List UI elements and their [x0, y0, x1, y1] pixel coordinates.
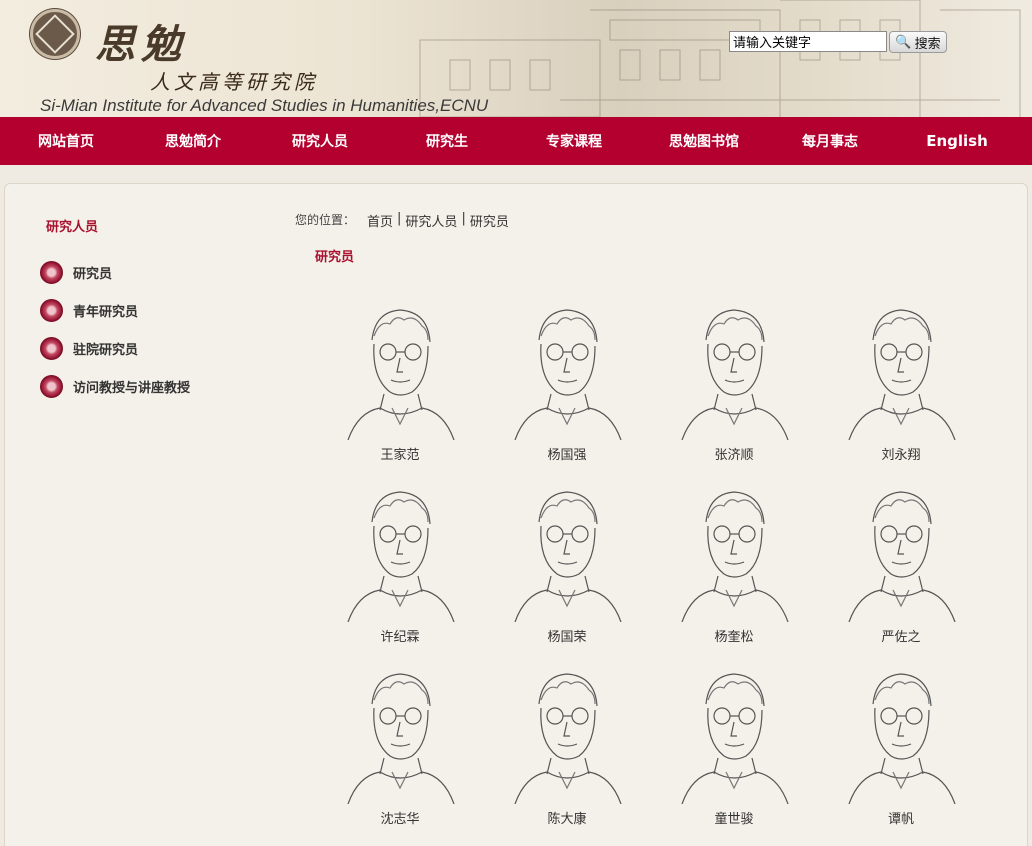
search-button[interactable]: 🔍 搜索 — [889, 31, 947, 53]
logo-subtitle: 人文高等研究院 — [150, 70, 318, 94]
breadcrumb-sep: | — [461, 211, 466, 226]
breadcrumb: 您的位置： 首页 | 研究人员 | 研究员 — [295, 211, 509, 230]
nav-about[interactable]: 思勉简介 — [132, 131, 254, 151]
researcher-name[interactable]: 陈大康 — [497, 808, 637, 827]
researcher-card[interactable]: 王家范 — [330, 300, 470, 463]
researcher-card[interactable]: 许纪霖 — [330, 482, 470, 645]
researcher-card[interactable]: 张济顺 — [664, 300, 804, 463]
university-seal-logo — [30, 9, 80, 59]
researcher-name[interactable]: 童世骏 — [664, 808, 804, 827]
researcher-card[interactable]: 谭帆 — [831, 664, 971, 827]
portrait-sketch-image — [347, 491, 455, 622]
sidebar-item-researcher[interactable]: 研究员 — [40, 261, 112, 284]
search-button-label: 搜索 — [914, 36, 941, 52]
nav-library[interactable]: 思勉图书馆 — [640, 131, 768, 151]
researcher-card[interactable]: 杨国荣 — [497, 482, 637, 645]
portrait-sketch-image — [681, 673, 789, 804]
bullet-icon — [40, 337, 63, 360]
researcher-name[interactable]: 许纪霖 — [330, 626, 470, 645]
researcher-card[interactable]: 杨国强 — [497, 300, 637, 463]
researcher-card[interactable]: 杨奎松 — [664, 482, 804, 645]
portrait-sketch-image — [848, 673, 956, 804]
nav-courses[interactable]: 专家课程 — [508, 131, 640, 151]
portrait-sketch-image — [514, 491, 622, 622]
sidebar-item-label: 访问教授与讲座教授 — [73, 381, 191, 396]
bullet-icon — [40, 261, 63, 284]
nav-graduates[interactable]: 研究生 — [386, 131, 508, 151]
sidebar-item-label: 驻院研究员 — [73, 343, 139, 358]
nav-researchers[interactable]: 研究人员 — [254, 131, 386, 151]
researcher-name[interactable]: 杨奎松 — [664, 626, 804, 645]
site-header: 思勉 人文高等研究院 Si-Mian Institute for Advance… — [0, 0, 1032, 117]
main-nav: 网站首页 思勉简介 研究人员 研究生 专家课程 思勉图书馆 每月事志 Engli… — [0, 117, 1032, 165]
portrait-sketch-image — [514, 673, 622, 804]
researcher-name[interactable]: 刘永翔 — [831, 444, 971, 463]
portrait-sketch-image — [848, 491, 956, 622]
portrait-sketch-image — [347, 673, 455, 804]
researcher-card[interactable]: 刘永翔 — [831, 300, 971, 463]
sidebar-item-young-researcher[interactable]: 青年研究员 — [40, 299, 138, 322]
portrait-sketch-image — [681, 309, 789, 440]
sidebar-item-label: 研究员 — [73, 267, 113, 282]
breadcrumb-label: 您的位置： — [295, 213, 356, 227]
nav-english[interactable]: English — [892, 132, 1022, 150]
researcher-card[interactable]: 严佐之 — [831, 482, 971, 645]
researcher-name[interactable]: 杨国强 — [497, 444, 637, 463]
sidebar-item-label: 青年研究员 — [73, 305, 139, 320]
breadcrumb-home[interactable]: 首页 — [367, 211, 393, 230]
sidebar-item-resident-researcher[interactable]: 驻院研究员 — [40, 337, 138, 360]
portrait-sketch-image — [681, 491, 789, 622]
researcher-name[interactable]: 张济顺 — [664, 444, 804, 463]
portrait-sketch-image — [514, 309, 622, 440]
section-title: 研究员 — [315, 250, 355, 265]
researcher-name[interactable]: 杨国荣 — [497, 626, 637, 645]
bullet-icon — [40, 299, 63, 322]
search-input[interactable] — [729, 31, 887, 52]
breadcrumb-researchers[interactable]: 研究人员 — [405, 211, 457, 230]
researcher-card[interactable]: 童世骏 — [664, 664, 804, 827]
researcher-name[interactable]: 王家范 — [330, 444, 470, 463]
researcher-name[interactable]: 谭帆 — [831, 808, 971, 827]
bullet-icon — [40, 375, 63, 398]
sidebar-item-visiting-professor[interactable]: 访问教授与讲座教授 — [40, 375, 190, 398]
logo-english: Si-Mian Institute for Advanced Studies i… — [40, 96, 489, 115]
breadcrumb-current[interactable]: 研究员 — [470, 211, 509, 230]
nav-monthly[interactable]: 每月事志 — [768, 131, 892, 151]
sidebar-title: 研究人员 — [46, 220, 99, 235]
researcher-name[interactable]: 严佐之 — [831, 626, 971, 645]
breadcrumb-sep: | — [397, 211, 402, 226]
logo-title: 思勉 — [95, 21, 187, 68]
nav-home[interactable]: 网站首页 — [0, 131, 132, 151]
researcher-card[interactable]: 沈志华 — [330, 664, 470, 827]
researcher-card[interactable]: 陈大康 — [497, 664, 637, 827]
magnifier-icon: 🔍 — [895, 34, 912, 50]
portrait-sketch-image — [347, 309, 455, 440]
researcher-name[interactable]: 沈志华 — [330, 808, 470, 827]
portrait-sketch-image — [848, 309, 956, 440]
